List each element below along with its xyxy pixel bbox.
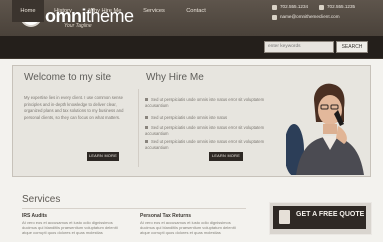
neck-shape xyxy=(323,124,337,134)
service-title-personal-tax[interactable]: Personal Tax Returns xyxy=(140,213,191,219)
document-icon xyxy=(279,210,290,224)
welcome-title: Welcome to my site xyxy=(24,72,112,83)
learn-more-button-welcome[interactable]: LEARN MORE xyxy=(87,152,119,161)
hero-divider xyxy=(138,89,139,167)
nav-history[interactable]: History xyxy=(48,0,78,22)
service-title-irs-audits[interactable]: IRS Audits xyxy=(22,213,47,219)
search-button[interactable]: SEARCH xyxy=(336,41,368,53)
phone-number: 702.555.1234 xyxy=(280,4,309,9)
email-link[interactable]: name@omnithemeclient.com xyxy=(280,14,340,19)
services-title: Services xyxy=(22,194,61,205)
bullet-text: Sed ut perspiciatis unde omnis iste natu… xyxy=(151,115,228,120)
learn-more-button-hire[interactable]: LEARN MORE xyxy=(209,152,243,161)
search-input[interactable]: enter keywords xyxy=(264,41,334,53)
bullet-icon xyxy=(145,126,148,130)
welcome-text: My expertise lies in every client. I use… xyxy=(24,95,124,120)
nav-why-hire-me[interactable]: Why Hire Me xyxy=(82,0,128,22)
nav-services[interactable]: Services xyxy=(136,0,172,22)
free-quote-label[interactable]: GET A FREE QUOTE xyxy=(296,211,364,218)
fax-number: 702.555.1235 xyxy=(327,4,356,9)
bullet-item: Sed ut perspiciatis unde omnis iste natu… xyxy=(145,115,275,121)
bullet-text: Sed ut perspiciatis unde omnis iste natu… xyxy=(145,125,265,136)
bullet-item: Sed ut perspiciatis unde omnis iste natu… xyxy=(145,97,275,108)
nav-contact[interactable]: Contact xyxy=(178,0,214,22)
bullet-icon xyxy=(145,116,148,120)
logo-tagline: Your Tagline xyxy=(64,23,92,29)
fax-icon xyxy=(319,5,324,10)
bullet-item: Sed ut perspiciatis unde omnis iste natu… xyxy=(145,125,275,136)
businesswoman-photo xyxy=(286,83,364,175)
bullet-text: Sed ut perspiciatis unde omnis iste natu… xyxy=(145,97,265,108)
why-hire-me-title: Why Hire Me xyxy=(146,72,204,83)
service-description: At vero eos et accusamus et iusto odio d… xyxy=(22,220,118,236)
bullet-text: Sed ut perspiciatis unde omnis iste natu… xyxy=(145,139,265,150)
bullet-icon xyxy=(145,98,148,102)
service-description: At vero eos et accusamus et iusto odio d… xyxy=(140,220,236,236)
bullet-item: Sed ut perspiciatis unde omnis iste natu… xyxy=(145,139,275,150)
bullet-icon xyxy=(145,140,148,144)
nav-home[interactable]: Home xyxy=(12,0,44,22)
mail-icon xyxy=(272,15,277,20)
phone-icon xyxy=(272,5,277,10)
services-divider xyxy=(22,208,246,209)
